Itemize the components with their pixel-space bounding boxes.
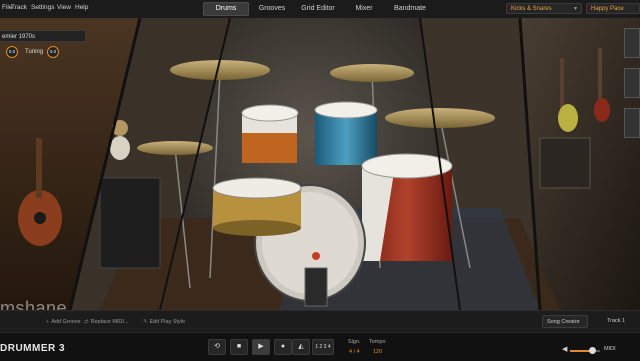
tab-bandmate[interactable]: Bandmate bbox=[387, 2, 433, 16]
signature-value[interactable]: 4 / 4 bbox=[349, 349, 360, 355]
replace-icon: ⇄ bbox=[84, 319, 89, 325]
signature-label: Sign. bbox=[348, 339, 361, 345]
app-logo: DRUMMER 3 bbox=[0, 343, 66, 354]
transport-bar: DRUMMER 3 ⟲ ■ ▶ ● ◭ 1 2 3 4 Sign. 4 / 4 … bbox=[0, 332, 640, 361]
song-creator-button[interactable]: Song Creator ↗ bbox=[542, 315, 588, 338]
kit-thumbnail-1[interactable] bbox=[624, 28, 640, 58]
preset-value: Kicks & Snares bbox=[511, 6, 552, 12]
kit-thumbnail-3[interactable] bbox=[624, 108, 640, 138]
menu-track[interactable]: Track bbox=[11, 4, 27, 11]
chevron-down-icon: ▼ bbox=[573, 6, 578, 12]
drum-kit-scene[interactable] bbox=[0, 18, 640, 310]
record-icon[interactable]: ● bbox=[274, 339, 292, 355]
tab-grid-editor[interactable]: Grid Editor bbox=[295, 2, 341, 16]
stop-icon[interactable]: ■ bbox=[230, 339, 248, 355]
tab-mixer[interactable]: Mixer bbox=[343, 2, 385, 16]
track-label: Track 1 bbox=[607, 318, 626, 324]
edit-play-style-button[interactable]: ✎ Edit Play Style bbox=[143, 316, 185, 328]
midi-label: MIDI bbox=[604, 346, 616, 352]
drum-kit-illustration bbox=[0, 18, 640, 310]
groove-preset-value: Happy Pace bbox=[591, 6, 624, 12]
tab-drums[interactable]: Drums bbox=[203, 2, 249, 16]
play-icon[interactable]: ▶ bbox=[252, 339, 270, 355]
replace-midi-button[interactable]: ⇄ Replace MIDI... bbox=[84, 316, 129, 328]
tab-grooves[interactable]: Grooves bbox=[251, 2, 293, 16]
loop-icon[interactable]: ⟲ bbox=[208, 339, 226, 355]
count-in-button[interactable]: 1 2 3 4 bbox=[312, 339, 334, 355]
tempo-label: Tempo bbox=[369, 339, 386, 345]
kit-name: emier 1970s bbox=[2, 34, 36, 40]
kit-knob[interactable]: 0.0 bbox=[6, 46, 18, 58]
volume-handle[interactable] bbox=[588, 347, 596, 354]
plus-icon: + bbox=[46, 319, 50, 325]
speaker-icon: ◀ bbox=[562, 346, 568, 353]
tuning-label: Tuning bbox=[25, 49, 44, 55]
menu-settings[interactable]: Settings bbox=[31, 4, 55, 11]
preset-dropdown[interactable]: Kicks & Snares ▼ bbox=[506, 3, 582, 14]
groove-preset-field[interactable]: Happy Pace bbox=[586, 3, 640, 14]
add-groove-button[interactable]: + Add Groove bbox=[46, 316, 81, 328]
metronome-icon[interactable]: ◭ bbox=[292, 339, 310, 355]
kit-thumbnail-2[interactable] bbox=[624, 68, 640, 98]
kit-selector[interactable]: emier 1970s bbox=[0, 30, 86, 42]
menu-help[interactable]: Help bbox=[75, 4, 88, 11]
tuning-value: 0.0 bbox=[49, 49, 57, 54]
edit-icon: ✎ bbox=[143, 319, 148, 325]
tuning-knob[interactable]: 0.0 bbox=[47, 46, 59, 58]
tempo-value[interactable]: 120 bbox=[373, 349, 382, 355]
kit-knob-value: 0.0 bbox=[8, 49, 16, 54]
top-bar: File Track Settings View Help Drums Groo… bbox=[0, 0, 640, 19]
groove-toolbar: + Add Groove ⇄ Replace MIDI... ✎ Edit Play … bbox=[0, 310, 640, 338]
menu-view[interactable]: View bbox=[57, 4, 71, 11]
